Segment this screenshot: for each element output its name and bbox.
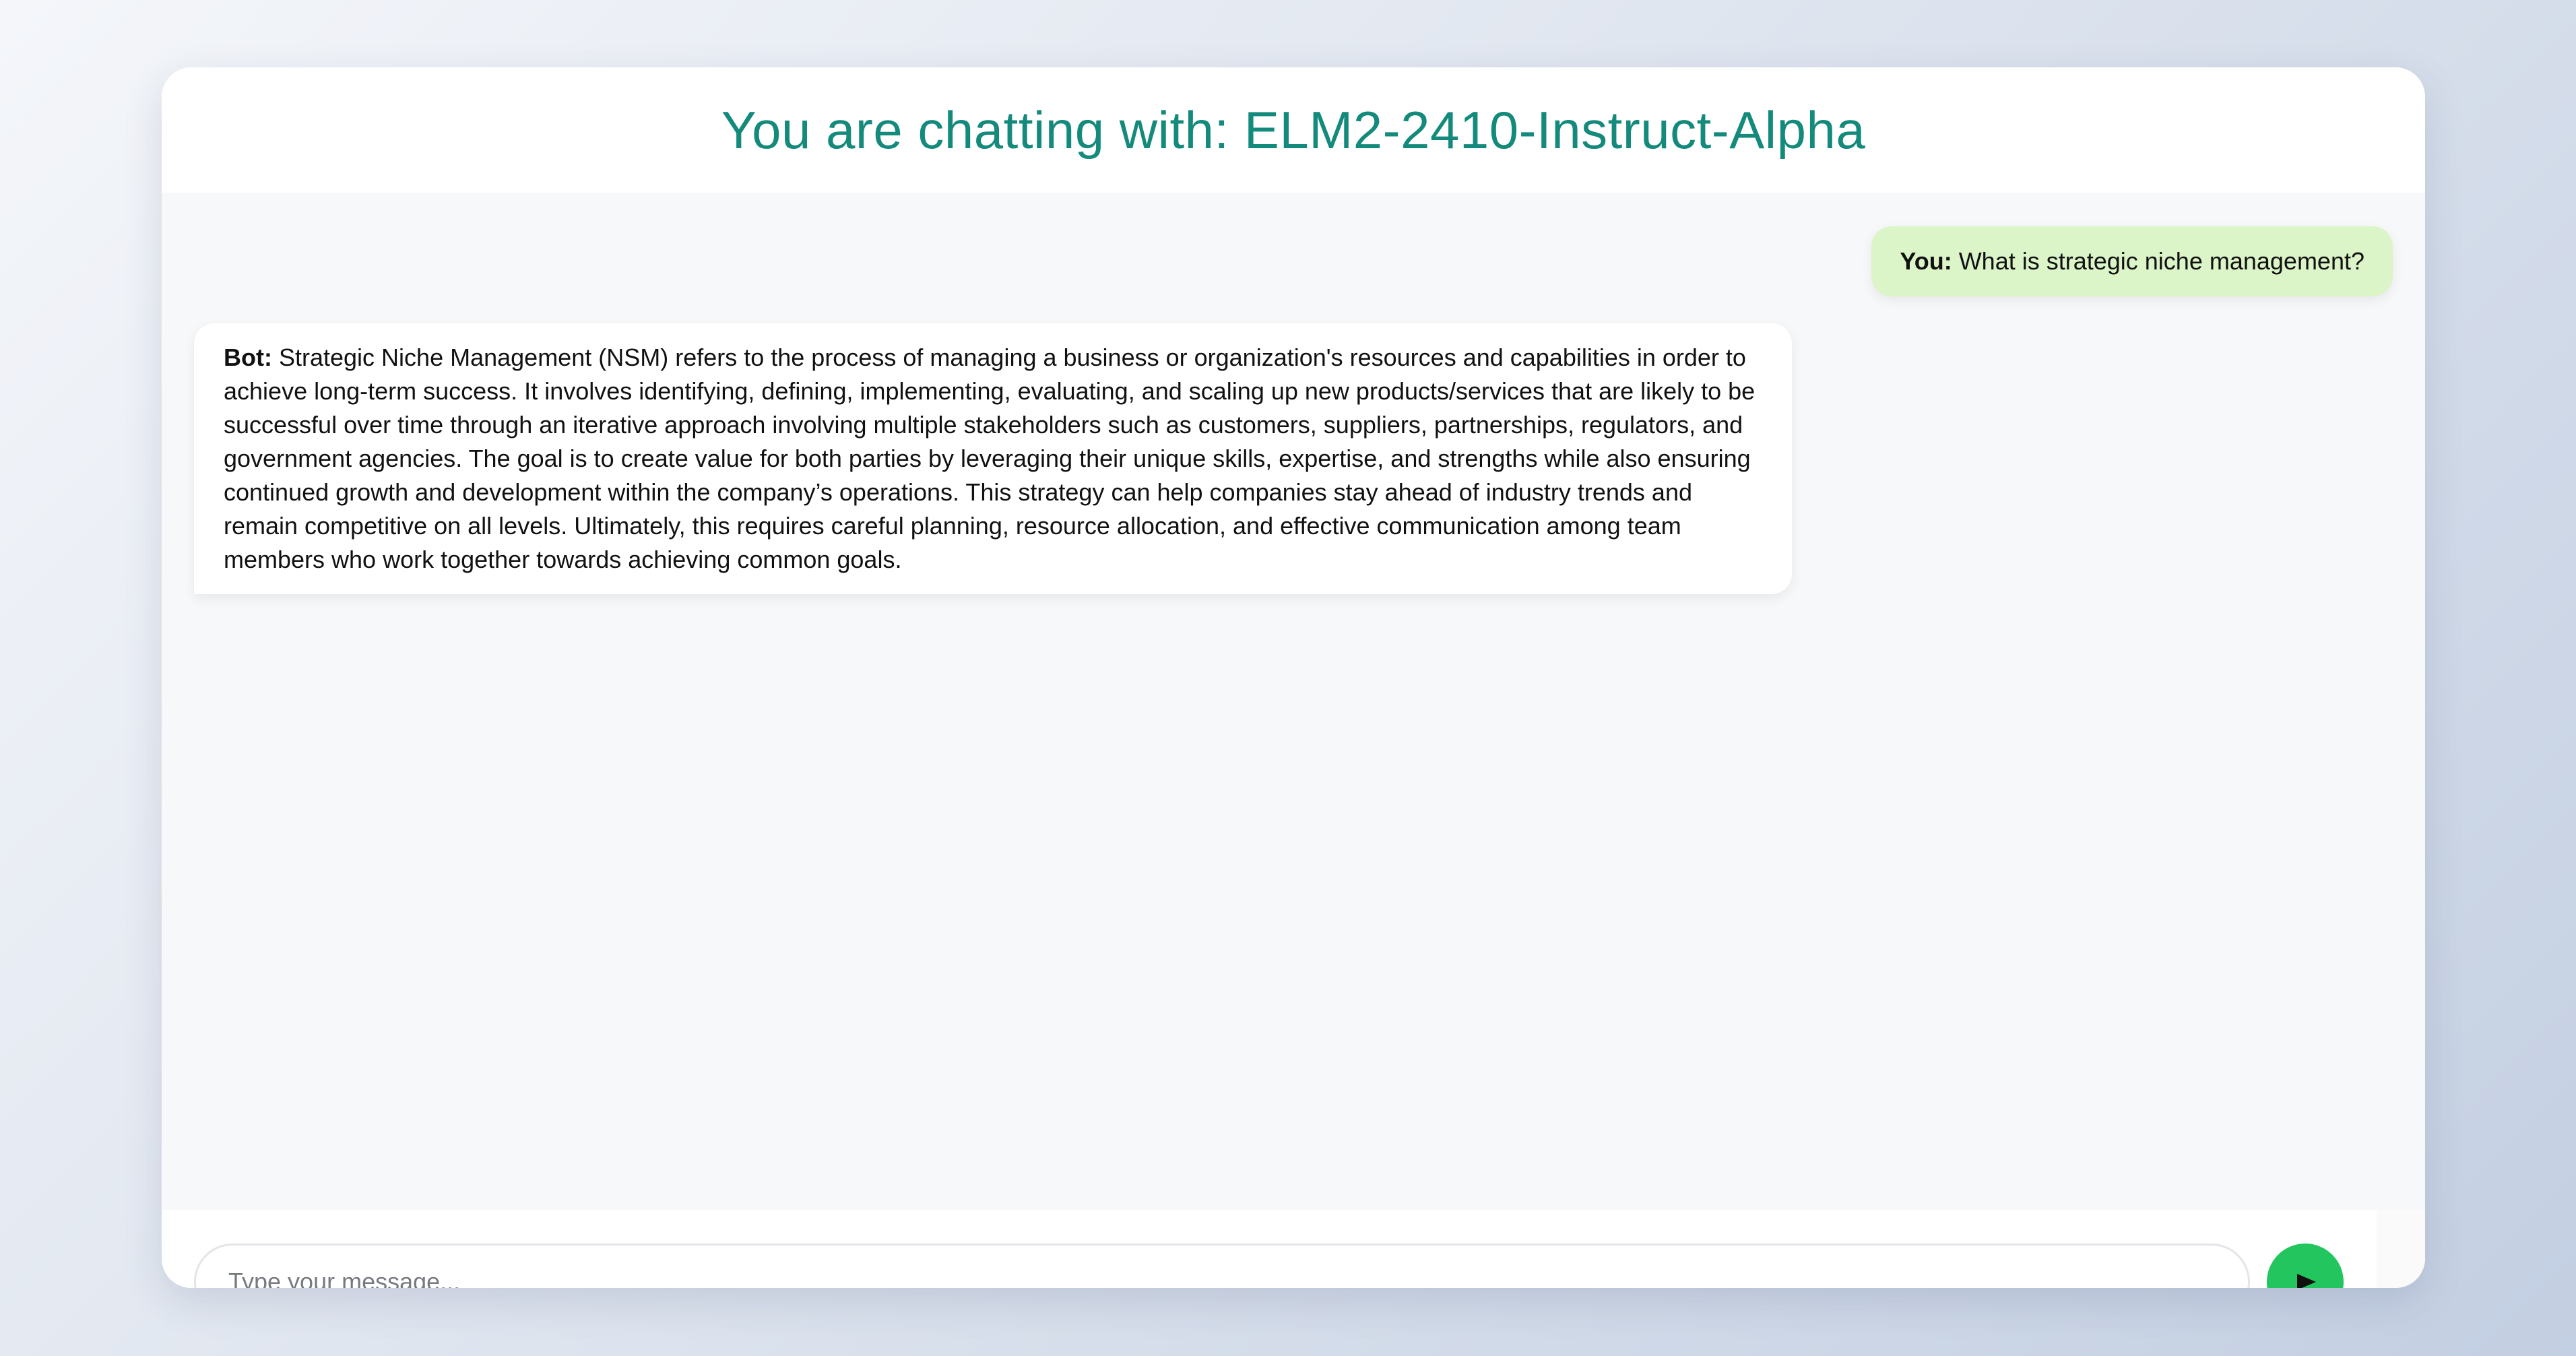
chat-window: You are chatting with: ELM2-2410-Instruc… <box>162 67 2425 1288</box>
composer <box>162 1210 2425 1288</box>
user-message-text: What is strategic niche management? <box>1958 247 2364 275</box>
message-list: You: What is strategic niche management?… <box>162 193 2425 1210</box>
bot-speaker-label: Bot: <box>224 344 272 371</box>
user-speaker-label: You: <box>1900 247 1952 275</box>
send-button[interactable] <box>2267 1244 2344 1288</box>
bot-message: Bot: Strategic Niche Management (NSM) re… <box>194 323 1792 594</box>
chat-title: You are chatting with: ELM2-2410-Instruc… <box>721 100 1866 160</box>
bot-message-text: Strategic Niche Management (NSM) refers … <box>224 344 1756 573</box>
user-message: You: What is strategic niche management? <box>1871 226 2393 296</box>
message-input[interactable] <box>194 1244 2250 1288</box>
send-arrow-icon <box>2297 1274 2316 1288</box>
chat-header: You are chatting with: ELM2-2410-Instruc… <box>162 67 2425 193</box>
